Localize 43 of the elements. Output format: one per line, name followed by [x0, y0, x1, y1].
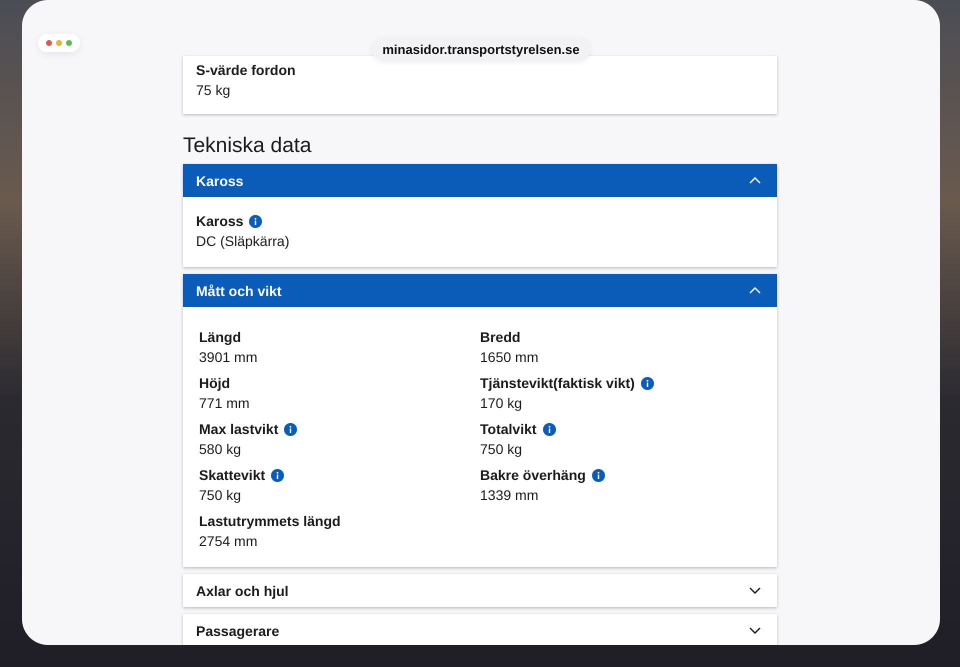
- info-icon[interactable]: [640, 376, 654, 390]
- accordion-header[interactable]: Mått och vikt: [183, 274, 777, 307]
- chevron-down-icon: [749, 627, 761, 634]
- field-value: 750 kg: [480, 440, 524, 459]
- field-label: Tjänstevikt(faktisk vikt): [480, 374, 635, 393]
- field-label: Bredd: [480, 328, 520, 347]
- url-bar[interactable]: minasidor.transportstyrelsen.se: [372, 38, 590, 61]
- info-icon[interactable]: [249, 214, 262, 228]
- field-label: Max lastvikt: [199, 420, 278, 439]
- info-icon[interactable]: [542, 422, 556, 436]
- field-label: S-värde fordon: [196, 61, 297, 80]
- info-icon[interactable]: [271, 468, 284, 482]
- info-icon[interactable]: [592, 468, 605, 482]
- accordion-title: Passagerare: [196, 622, 280, 638]
- field-value: 771 mm: [199, 394, 251, 413]
- info-icon[interactable]: [284, 422, 298, 436]
- accordion-header[interactable]: Passagerare: [183, 614, 777, 645]
- field-label: Kaross: [196, 212, 244, 231]
- field-label: Totalvikt: [480, 420, 537, 439]
- accordion-header[interactable]: Axlar och hjul: [183, 574, 777, 607]
- field-label: Höjd: [199, 374, 230, 393]
- accordion-title: Kaross: [196, 172, 244, 188]
- section-heading: Tekniska data: [183, 134, 312, 158]
- field-value: 3901 mm: [199, 348, 258, 367]
- accordion-header[interactable]: Kaross: [183, 164, 777, 197]
- field-value: 2754 mm: [199, 532, 258, 551]
- window-controls[interactable]: [38, 34, 80, 52]
- chevron-down-icon: [749, 587, 761, 594]
- field-value: 750 kg: [199, 486, 242, 505]
- field-label: Bakre överhäng: [480, 466, 586, 485]
- chevron-up-icon: [749, 177, 761, 184]
- accordion-title: Axlar och hjul: [196, 582, 289, 598]
- field-value: 1650 mm: [480, 348, 540, 367]
- chevron-up-icon: [749, 287, 761, 294]
- field-value: DC (Släpkärra): [196, 232, 290, 251]
- field-value: 1339 mm: [480, 486, 540, 505]
- field-label: Lastutrymmets längd: [199, 512, 341, 531]
- field-value: 170 kg: [480, 394, 524, 413]
- accordion-title: Mått och vikt: [196, 282, 282, 298]
- field-label: Längd: [199, 328, 241, 347]
- field-value: 580 kg: [199, 440, 242, 459]
- field-label: Skattevikt: [199, 466, 266, 485]
- field-value: 75 kg: [196, 81, 232, 100]
